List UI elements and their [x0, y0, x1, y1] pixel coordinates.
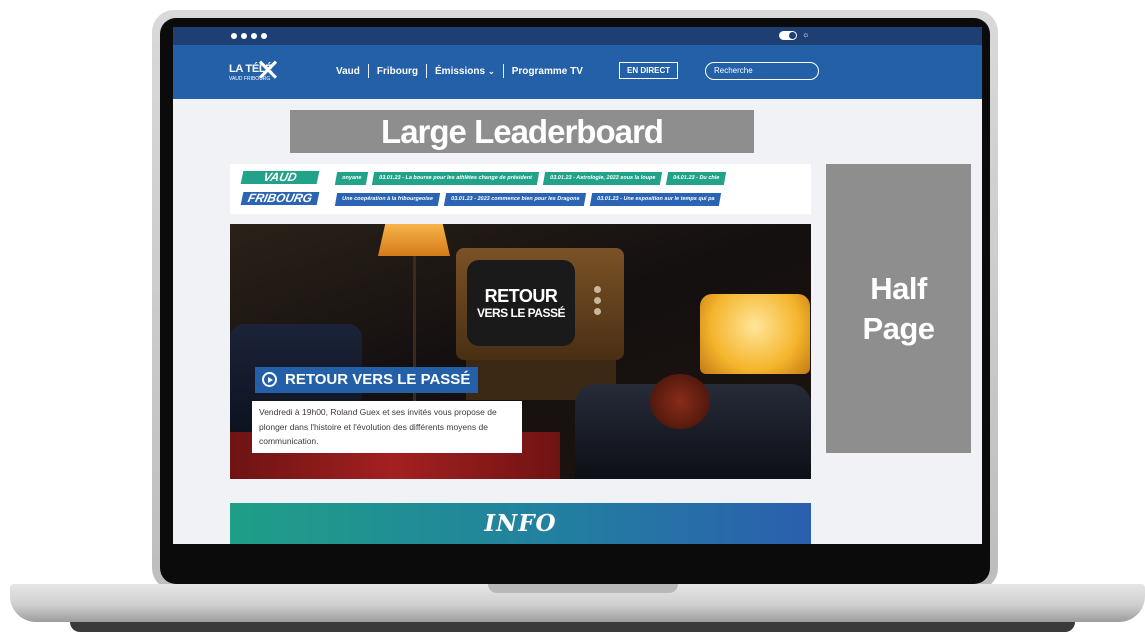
nav-link-vaud[interactable]: Vaud — [328, 66, 368, 77]
half-page-ad[interactable]: Half Page — [826, 164, 971, 453]
hero-description: Vendredi à 19h00, Roland Guex et ses inv… — [252, 401, 522, 453]
ticker-item[interactable]: 03.01.23 - La bourse pour les athlètes c… — [372, 172, 540, 185]
info-section-banner[interactable]: INFO — [230, 503, 811, 544]
nav-divider — [502, 64, 504, 78]
nav-link-emissions-label: Émissions — [435, 65, 486, 77]
tv-knobs — [584, 282, 610, 332]
ticker-item[interactable]: 03.01.23 - Astrologie, 2023 sous la loup… — [542, 172, 663, 185]
laptop-base-shadow — [70, 622, 1075, 632]
site-logo[interactable]: LA TÉLÉ VAUD FRIBOURG ✕ — [229, 53, 293, 89]
ticker-item[interactable]: 03.01.23 - Une exposition sur le temps q… — [590, 193, 722, 206]
youtube-icon[interactable] — [261, 33, 267, 39]
table-lamp-shade — [700, 294, 810, 374]
nav-divider — [426, 64, 428, 78]
search-input[interactable]: Recherche — [705, 62, 819, 80]
half-page-ad-line1: Half — [870, 270, 927, 306]
live-button[interactable]: EN DIRECT — [619, 62, 679, 79]
nav-link-fribourg[interactable]: Fribourg — [369, 66, 426, 77]
sun-icon: ☼ — [802, 30, 810, 39]
ticker-item[interactable]: 04.01.23 - Du chie — [666, 172, 727, 185]
news-ticker: VAUD onyane 03.01.23 - La bourse pour le… — [230, 164, 811, 214]
tv-title-line1: RETOUR — [484, 286, 558, 306]
play-icon — [262, 372, 277, 387]
half-page-ad-line2: Page — [862, 310, 935, 346]
ticker-row-fribourg: FRIBOURG Une coopération à la fribourgeo… — [230, 192, 811, 208]
nav-links: Vaud Fribourg Émissions ⌄ Programme TV — [328, 64, 591, 78]
instagram-icon[interactable] — [241, 33, 247, 39]
leaderboard-ad[interactable]: Large Leaderboard — [290, 110, 754, 153]
vintage-tv-screen: RETOUR VERS LE PASSÉ — [467, 260, 575, 346]
laptop-base — [10, 584, 1145, 622]
region-tag-vaud[interactable]: VAUD — [240, 171, 320, 184]
nav-link-emissions[interactable]: Émissions ⌄ — [427, 66, 503, 77]
chevron-down-icon: ⌄ — [488, 66, 495, 76]
facebook-icon[interactable] — [231, 33, 237, 39]
floor-lamp-shade — [378, 224, 450, 256]
website-screen: ☼ LA TÉLÉ VAUD FRIBOURG ✕ Vaud Fribourg … — [173, 27, 982, 544]
social-links — [231, 33, 267, 39]
main-navbar: LA TÉLÉ VAUD FRIBOURG ✕ Vaud Fribourg Ém… — [173, 45, 982, 99]
region-tag-fribourg[interactable]: FRIBOURG — [240, 192, 320, 205]
twitter-icon[interactable] — [251, 33, 257, 39]
logo-x-mark: ✕ — [255, 53, 281, 89]
ticker-item[interactable]: Une coopération à la fribourgeoise — [334, 193, 440, 206]
nav-divider — [367, 64, 369, 78]
laptop-notch — [488, 584, 678, 593]
top-utility-bar: ☼ — [173, 27, 982, 45]
hero-title[interactable]: RETOUR VERS LE PASSÉ — [255, 367, 479, 393]
plant-image — [650, 374, 710, 429]
tv-title-line2: VERS LE PASSÉ — [477, 306, 565, 320]
ticker-row-vaud: VAUD onyane 03.01.23 - La bourse pour le… — [230, 171, 811, 187]
nav-link-programme-tv[interactable]: Programme TV — [504, 66, 591, 77]
hero-banner[interactable]: RETOUR VERS LE PASSÉ RETOUR VERS LE PASS… — [230, 224, 811, 479]
hero-title-text: RETOUR VERS LE PASSÉ — [285, 371, 471, 388]
ticker-item[interactable]: 03.01.23 - 2023 commence bien pour les D… — [443, 193, 587, 206]
ticker-item[interactable]: onyane — [334, 172, 369, 185]
theme-toggle[interactable] — [779, 31, 797, 40]
